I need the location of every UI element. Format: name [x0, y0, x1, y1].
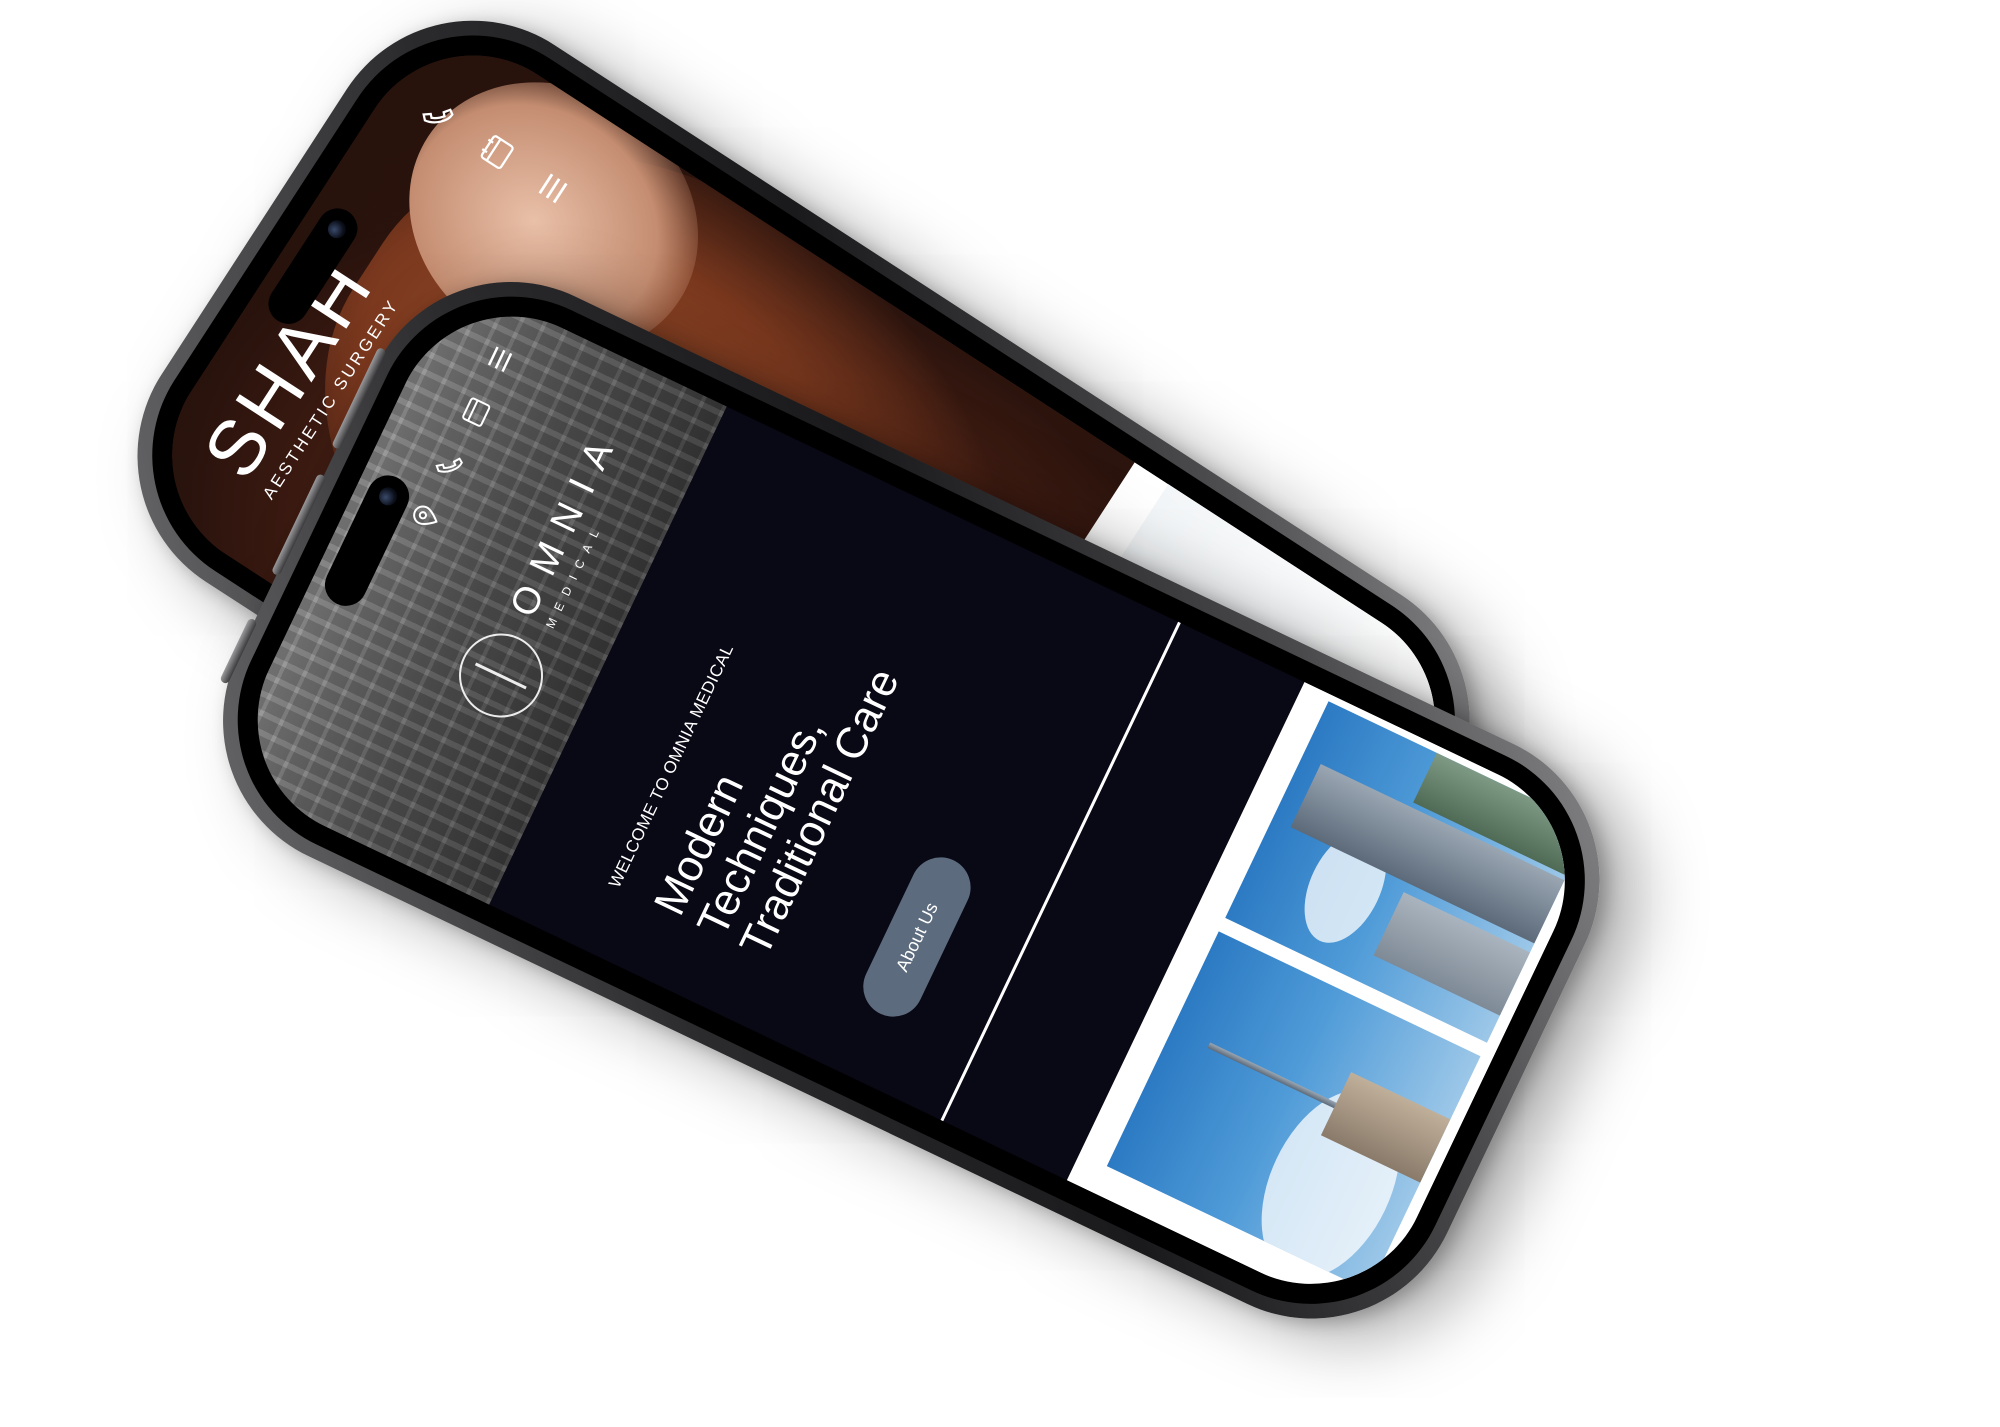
camera-lens: [376, 484, 401, 509]
phone-icon[interactable]: [415, 91, 462, 138]
phone-icon[interactable]: [430, 444, 470, 484]
caduceus-icon: [445, 619, 558, 732]
location-icon[interactable]: [405, 496, 445, 536]
camera-lens: [324, 216, 350, 242]
about-us-button[interactable]: About Us: [853, 847, 981, 1027]
menu-icon[interactable]: [480, 339, 520, 379]
calendar-icon[interactable]: [455, 392, 495, 432]
mockup-stage: SHAH AESTHETIC SURGERY OMNIA MEDICAL WEL…: [0, 0, 2000, 1427]
omnia-header-icons: [405, 339, 520, 536]
